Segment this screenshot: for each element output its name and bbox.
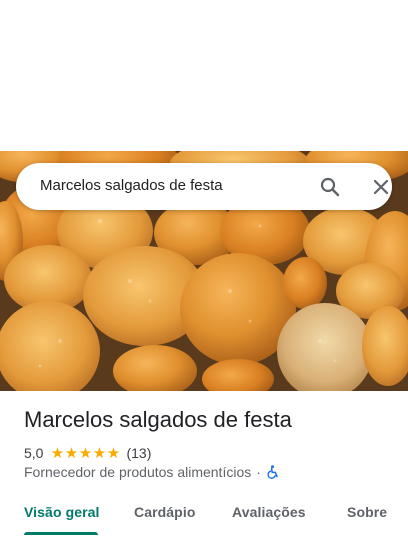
category-row: Fornecedor de produtos alimentícios · [24, 463, 280, 481]
tab-menu[interactable]: Cardápio [134, 504, 195, 520]
search-query-text[interactable]: Marcelos salgados de festa [40, 177, 223, 194]
star-icon: ★ [106, 443, 121, 462]
maps-place-screen: Marcelos salgados de festa Marcelos salg… [0, 0, 408, 542]
close-icon[interactable] [369, 175, 393, 199]
place-category[interactable]: Fornecedor de produtos alimentícios [24, 464, 251, 480]
star-icon: ★ [92, 443, 107, 462]
active-tab-indicator [24, 532, 98, 535]
tab-reviews[interactable]: Avaliações [232, 504, 306, 520]
search-icon[interactable] [318, 175, 342, 199]
tab-about[interactable]: Sobre [347, 504, 387, 520]
place-title: Marcelos salgados de festa [24, 407, 292, 432]
review-count[interactable]: (13) [126, 445, 151, 461]
star-rating: ★ ★ ★ ★ ★ [50, 443, 121, 462]
search-bar[interactable]: Marcelos salgados de festa [16, 163, 392, 210]
star-icon: ★ [78, 443, 93, 462]
star-icon: ★ [50, 443, 65, 462]
tab-overview[interactable]: Visão geral [24, 504, 100, 520]
wheelchair-icon[interactable] [266, 465, 280, 479]
place-tabs: Visão geral Cardápio Avaliações Sobre [0, 493, 408, 542]
star-icon: ★ [64, 443, 79, 462]
rating-value: 5,0 [24, 445, 44, 461]
rating-row[interactable]: 5,0 ★ ★ ★ ★ ★ (13) [24, 444, 151, 462]
separator-dot: · [256, 464, 261, 480]
